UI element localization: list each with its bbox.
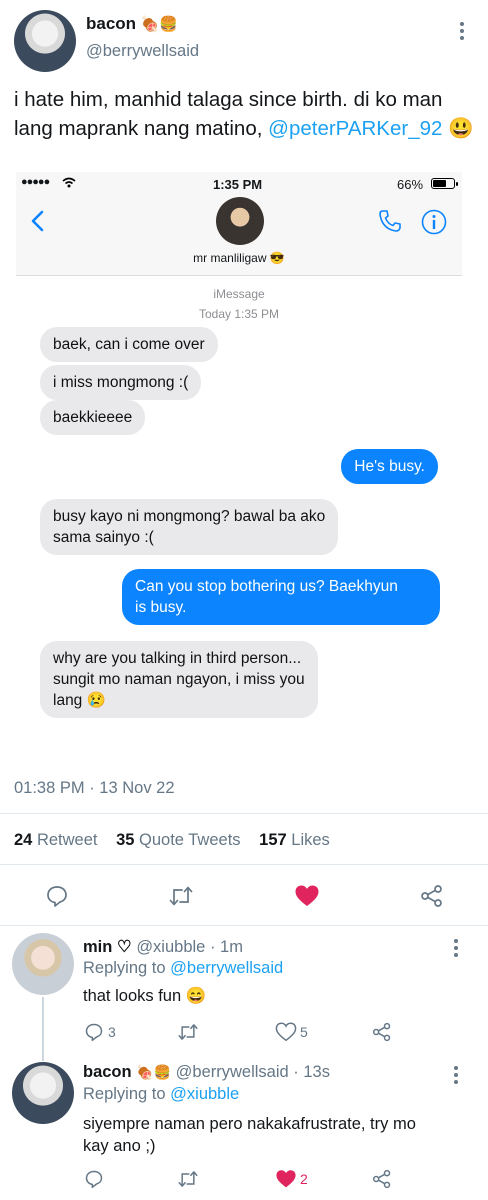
replying-to: Replying to @xiubble: [83, 1085, 239, 1104]
likes-stat[interactable]: 157 Likes: [259, 831, 330, 849]
message-bubble-outgoing[interactable]: He's busy.: [341, 449, 438, 484]
reply-text-line: kay ano ;): [83, 1137, 156, 1155]
tweet-text: i hate him, manhid talaga since birth. d…: [14, 85, 476, 143]
retweet-icon[interactable]: [168, 884, 194, 908]
retweet-icon[interactable]: [177, 1169, 199, 1189]
retweet-label: Retweet: [36, 831, 98, 849]
tweet-more-menu-icon[interactable]: [459, 22, 465, 40]
replying-to-link[interactable]: @berrywellsaid: [170, 959, 283, 977]
message-bubble-incoming[interactable]: why are you talking in third person... s…: [40, 641, 318, 718]
tweet-timestamp[interactable]: 01:38 PM · 13 Nov 22: [14, 779, 175, 798]
message-line: busy kayo ni mongmong? bawal ba ako: [53, 508, 326, 525]
phone-icon[interactable]: [378, 209, 402, 233]
conversation-date: Today 1:35 PM: [198, 307, 280, 321]
replying-to: Replying to @berrywellsaid: [83, 959, 283, 978]
message-bubble-incoming[interactable]: i miss mongmong :(: [40, 365, 202, 400]
reply-author-name[interactable]: bacon: [83, 1063, 132, 1081]
reply-more-menu-icon[interactable]: [453, 939, 459, 957]
status-bar: ●●●●● 1:35 PM 66%: [16, 176, 462, 194]
author-name-row[interactable]: bacon 🍖🍔: [86, 14, 178, 36]
quote-label: Quote Tweets: [139, 831, 241, 849]
like-count: 5: [300, 1024, 308, 1040]
reply-avatar[interactable]: [12, 1062, 74, 1124]
share-icon[interactable]: [420, 884, 444, 908]
quote-count: 35: [116, 831, 135, 849]
share-icon[interactable]: [372, 1169, 392, 1189]
like-icon[interactable]: [275, 1022, 297, 1042]
divider: [0, 813, 488, 814]
message-line: is busy.: [135, 599, 187, 616]
reply-avatar[interactable]: [12, 933, 74, 995]
status-time: 1:35 PM: [213, 177, 263, 192]
message-line: sama sainyo :(: [53, 529, 154, 546]
tweet-stats: 24 Retweet 35 Quote Tweets 157 Likes: [14, 831, 330, 850]
wifi-icon: [62, 177, 76, 188]
reply-author-handle[interactable]: @xiubble: [136, 938, 205, 956]
reply-header: bacon 🍖🍔 @berrywellsaid · 13s: [83, 1063, 330, 1082]
message-line: sungit mo naman ngayon, i miss you: [53, 671, 305, 688]
info-icon[interactable]: [421, 209, 447, 235]
replying-to-link[interactable]: @xiubble: [170, 1085, 239, 1103]
carrier-signal: ●●●●●: [21, 176, 50, 188]
quote-stat[interactable]: 35 Quote Tweets: [116, 831, 245, 849]
reply-icon[interactable]: [84, 1022, 104, 1042]
tweet-text-emoji: 😃: [448, 117, 474, 140]
imessage-header: ●●●●● 1:35 PM 66% mr manliligaw 😎: [16, 172, 462, 276]
reply-author-handle[interactable]: @berrywellsaid: [176, 1063, 289, 1081]
contact-name: mr manliligaw: [193, 251, 267, 265]
contact-name-row[interactable]: mr manliligaw 😎: [16, 251, 462, 265]
like-icon-filled[interactable]: [275, 1169, 297, 1189]
tweet-media-screenshot[interactable]: ●●●●● 1:35 PM 66% mr manliligaw 😎 iMessa…: [16, 172, 462, 728]
reply-text: siyempre naman pero nakakafrustrate, try…: [83, 1113, 416, 1157]
message-line: why are you talking in third person...: [53, 650, 302, 667]
like-count: 2: [300, 1171, 308, 1187]
reply-more-menu-icon[interactable]: [453, 1066, 459, 1084]
likes-count: 157: [259, 831, 287, 849]
message-bubble-incoming[interactable]: baek, can i come over: [40, 327, 218, 362]
retweet-icon[interactable]: [177, 1022, 199, 1042]
reply-icon[interactable]: [45, 884, 69, 908]
contact-avatar[interactable]: [216, 197, 264, 245]
reply-time[interactable]: · 13s: [293, 1063, 330, 1081]
reply-author-name[interactable]: min ♡: [83, 938, 132, 956]
author-name-emoji: 🍖🍔: [140, 16, 178, 33]
reply-count: 3: [108, 1024, 116, 1040]
message-bubble-incoming[interactable]: busy kayo ni mongmong? bawal ba ako sama…: [40, 499, 339, 555]
like-icon-filled[interactable]: [294, 884, 320, 908]
reply-text-line: siyempre naman pero nakakafrustrate, try…: [83, 1115, 416, 1133]
service-label: iMessage: [213, 287, 265, 301]
contact-emoji: 😎: [269, 251, 285, 265]
retweet-stat[interactable]: 24 Retweet: [14, 831, 102, 849]
reply-icon[interactable]: [84, 1169, 104, 1189]
reply-header: min ♡ @xiubble · 1m: [83, 937, 243, 957]
back-chevron-icon[interactable]: [30, 210, 44, 232]
message-line: lang 😢: [53, 692, 106, 709]
replying-to-prefix: Replying to: [83, 959, 166, 977]
replying-to-prefix: Replying to: [83, 1085, 166, 1103]
tweet-mention-link[interactable]: @peterPARKer_92: [268, 117, 442, 140]
share-icon[interactable]: [372, 1022, 392, 1042]
likes-label: Likes: [291, 831, 330, 849]
reply-time[interactable]: · 1m: [210, 938, 243, 956]
battery-icon: [431, 178, 458, 189]
author-avatar[interactable]: [14, 10, 76, 72]
thread-line: [42, 997, 44, 1061]
battery-percent: 66%: [397, 177, 424, 192]
author-handle[interactable]: @berrywellsaid: [86, 42, 199, 61]
retweet-count: 24: [14, 831, 33, 849]
divider: [0, 864, 488, 865]
message-line: Can you stop bothering us? Baekhyun: [135, 578, 398, 595]
author-name[interactable]: bacon: [86, 14, 136, 33]
reply-author-emoji: 🍖🍔: [136, 1064, 172, 1080]
message-bubble-outgoing[interactable]: Can you stop bothering us? Baekhyun is b…: [122, 569, 440, 625]
message-bubble-incoming[interactable]: baekkieeee: [40, 400, 146, 435]
reply-text: that looks fun 😄: [83, 987, 207, 1005]
divider: [0, 925, 488, 926]
